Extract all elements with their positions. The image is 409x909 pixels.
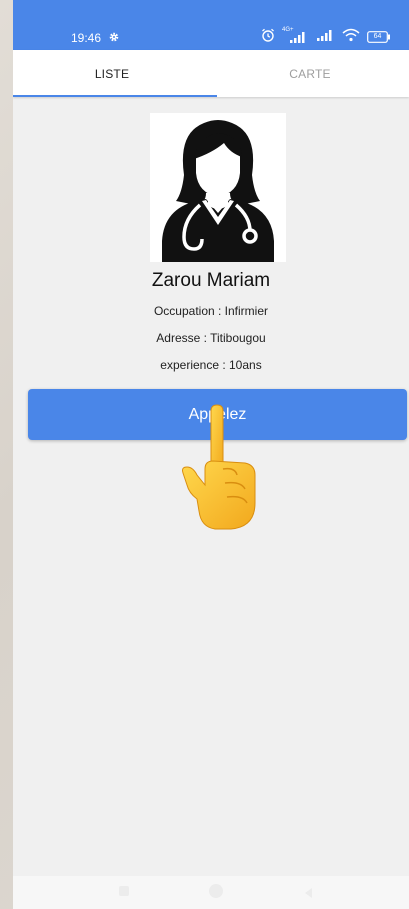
pointing-hand-icon [175,403,259,531]
status-time: 19:46 [71,31,102,45]
tab-liste[interactable]: LISTE [13,50,211,97]
tab-carte[interactable]: CARTE [211,50,409,97]
battery-level: 64 [373,33,382,40]
experience-text: experience : 10ans [160,358,262,372]
occupation-text: Occupation : Infirmier [153,304,269,318]
tab-bar: LISTE CARTE [13,50,409,97]
nurse-avatar-icon [150,113,286,262]
signal-icon: 4G+ [282,27,308,44]
tab-indicator [13,95,217,97]
status-icons: 4G+ 64 [261,27,391,47]
gear-icon [108,31,120,46]
signal-icon [315,28,335,47]
back-icon[interactable] [303,886,313,904]
battery-icon: 64 [367,31,391,43]
phone-screen: 19:46 4G+ 64 LISTE CARTE Zarou Mariam Oc… [13,0,409,909]
status-bar: 19:46 4G+ 64 [13,0,409,50]
recents-icon[interactable] [119,886,129,896]
nurse-name: Zarou Mariam [151,270,271,291]
wifi-icon [342,28,360,47]
alarm-icon [261,28,275,47]
system-nav-bar [13,876,409,909]
address-text: Adresse : Titibougou [156,331,266,345]
home-icon[interactable] [209,884,223,898]
